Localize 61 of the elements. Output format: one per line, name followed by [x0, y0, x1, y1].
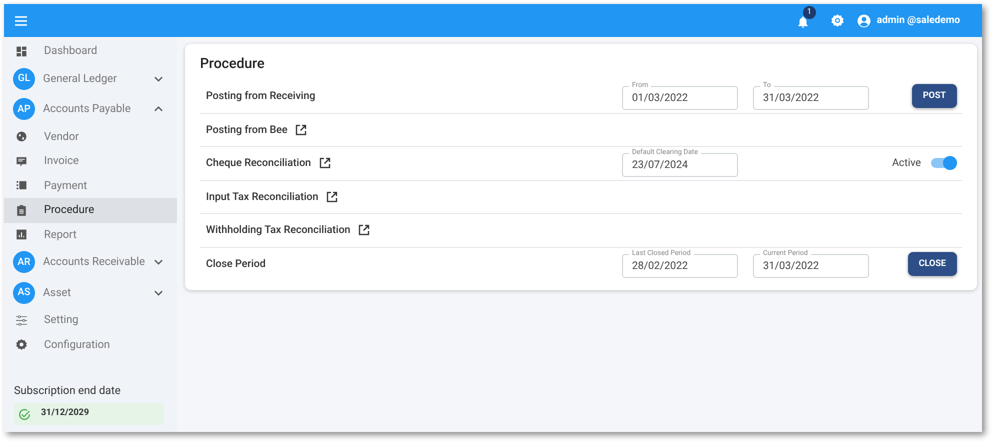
sidebar-item[interactable]: Payment [4, 174, 177, 198]
field-value: 31/03/2022 [763, 90, 819, 106]
group-label: Accounts Payable [43, 101, 132, 117]
avatar-badge: AR [13, 251, 35, 274]
sidebar-group[interactable]: AS Asset [4, 278, 177, 308]
sidebar-item[interactable]: Invoice [4, 149, 177, 174]
sidebar-item[interactable]: Setting [4, 308, 177, 332]
notification-badge: 1 [802, 6, 816, 18]
avatar-badge: AS [13, 282, 35, 304]
user-name[interactable]: admin @saledemo [876, 13, 960, 28]
chevron-icon [154, 290, 163, 296]
chevron-icon [154, 76, 163, 82]
external-link-icon[interactable] [326, 190, 338, 203]
procedure-label: Input Tax Reconciliation [206, 188, 318, 205]
external-link-icon[interactable] [319, 157, 331, 170]
procedure-label: Cheque Reconciliation [206, 155, 311, 172]
chevron-icon [154, 106, 163, 112]
field-value: 31/03/2022 [763, 258, 819, 274]
toggle-label: Active [892, 155, 921, 172]
card-title: Procedure [200, 55, 266, 74]
subscription-date: 31/12/2029 [41, 407, 89, 420]
procedure-label: Withholding Tax Reconciliation [206, 222, 350, 238]
list-icon [15, 179, 28, 192]
action-button[interactable]: CLOSE [908, 252, 957, 276]
subscription-label: Subscription end date [14, 382, 122, 398]
chevron-icon [154, 259, 163, 266]
avatar-badge: AP [13, 98, 35, 120]
dashboard-icon [15, 44, 28, 58]
procedure-label: Posting from Bee [206, 122, 288, 138]
sidebar-item[interactable]: Dashboard [4, 39, 177, 64]
sidebar-item[interactable]: Vendor [4, 124, 177, 149]
account-icon[interactable] [856, 14, 871, 28]
check-circle-icon [18, 408, 31, 420]
sidebar-item[interactable]: Procedure [4, 198, 177, 222]
sliders-icon [15, 314, 28, 327]
procedure-label: Close Period [206, 256, 266, 272]
external-link-icon[interactable] [358, 224, 370, 236]
action-button[interactable]: POST [912, 84, 957, 108]
avatar-badge: GL [13, 68, 35, 90]
field-value: 23/07/2024 [632, 156, 688, 173]
sidebar-item[interactable]: Report [4, 222, 177, 247]
external-link-icon[interactable] [295, 124, 308, 136]
field-value: 28/02/2022 [632, 258, 688, 274]
procedure-label: Posting from Receiving [206, 88, 316, 104]
sidebar-group[interactable]: AR Accounts Receivable [4, 247, 177, 278]
settings-icon [15, 338, 28, 352]
globe-icon [15, 130, 28, 144]
group-label: Asset [43, 284, 72, 300]
invoice-icon [15, 154, 28, 168]
toggle-switch[interactable] [929, 156, 957, 170]
menu-icon[interactable] [14, 14, 28, 26]
settings-icon[interactable] [830, 13, 845, 28]
bell-icon[interactable] [796, 14, 810, 28]
sidebar-item[interactable]: Configuration [4, 332, 177, 357]
group-label: Accounts Receivable [43, 254, 146, 270]
sidebar-group[interactable]: GL General Ledger [4, 64, 177, 94]
group-label: General Ledger [43, 70, 118, 86]
bar-chart-icon [15, 228, 28, 242]
sidebar-group[interactable]: AP Accounts Payable [4, 94, 177, 124]
clipboard-icon [15, 204, 28, 217]
field-value: 01/03/2022 [632, 90, 688, 106]
